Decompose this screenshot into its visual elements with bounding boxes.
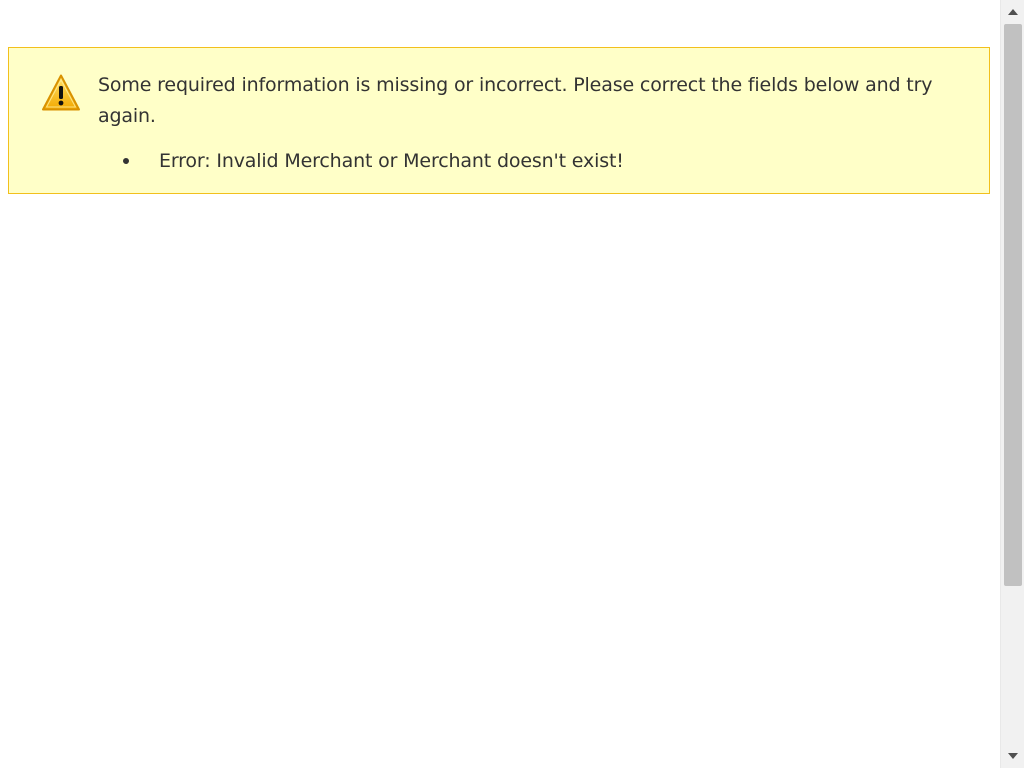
scroll-up-arrow-icon — [1008, 9, 1018, 15]
warning-triangle-icon — [42, 74, 80, 111]
vertical-scrollbar[interactable] — [1000, 0, 1024, 768]
warning-alert: Some required information is missing or … — [8, 47, 990, 194]
scroll-down-arrow-icon — [1008, 753, 1018, 759]
error-list: Error: Invalid Merchant or Merchant does… — [98, 146, 948, 176]
scroll-up-button[interactable] — [1001, 0, 1024, 24]
error-message: Error: Invalid Merchant or Merchant does… — [159, 150, 624, 172]
bullet-icon — [123, 158, 129, 164]
alert-message: Some required information is missing or … — [98, 74, 933, 127]
scroll-down-button[interactable] — [1001, 744, 1024, 768]
browser-viewport: Some required information is missing or … — [0, 0, 1024, 768]
page-content: Some required information is missing or … — [0, 0, 1000, 768]
error-item: Error: Invalid Merchant or Merchant does… — [98, 146, 948, 176]
scrollbar-thumb[interactable] — [1004, 24, 1022, 586]
